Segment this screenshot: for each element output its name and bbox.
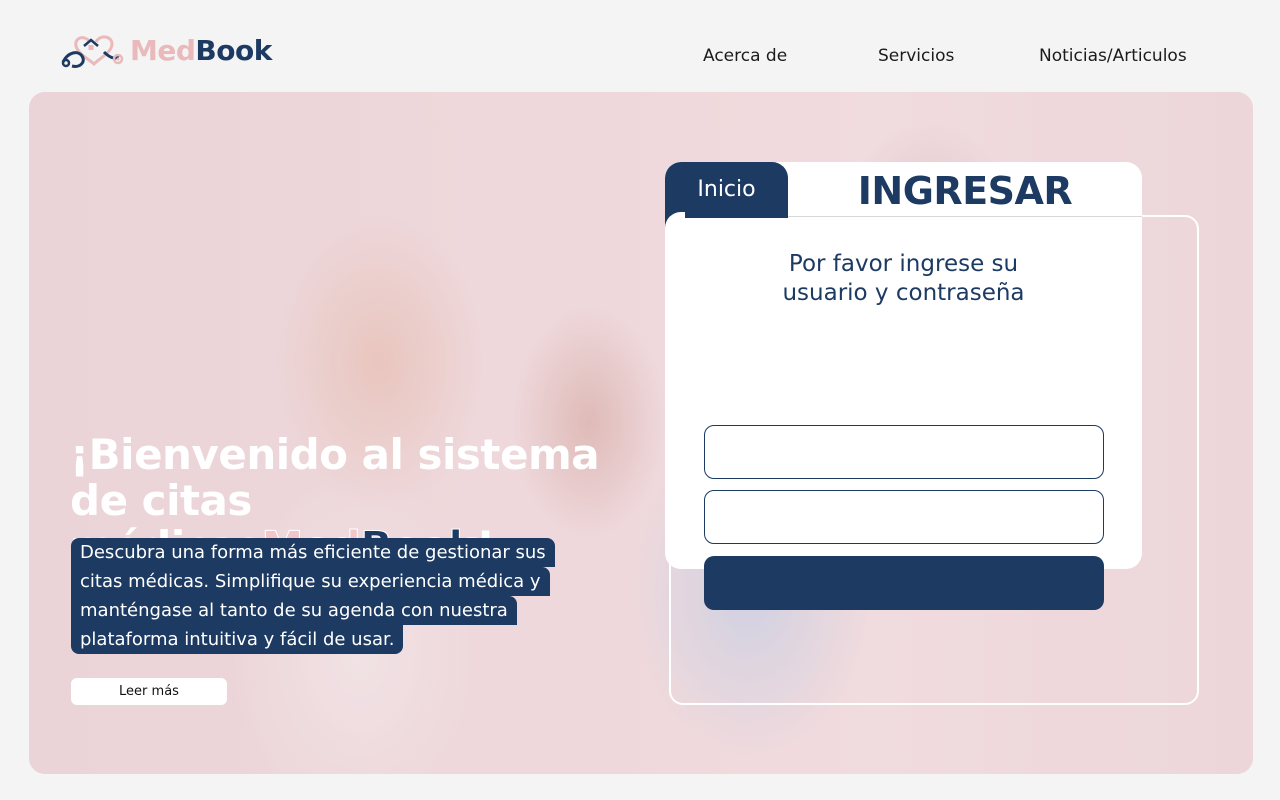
top-header: MedBook Acerca de Servicios Noticias/Art… <box>0 0 1280 92</box>
tab-corner <box>665 212 685 232</box>
hero-title-line1: ¡Bienvenido al sistema <box>70 430 600 479</box>
username-input[interactable] <box>704 425 1104 479</box>
main-nav: Acerca de Servicios Noticias/Articulos <box>0 46 1280 70</box>
hero-description: Descubra una forma más eficiente de gest… <box>71 538 601 654</box>
login-submit-button[interactable] <box>704 556 1104 610</box>
nav-link-news[interactable]: Noticias/Articulos <box>1039 46 1187 66</box>
hero-description-line: citas médicas. Simplifique su experienci… <box>71 567 550 596</box>
login-instructions-line1: Por favor ingrese su <box>788 251 1019 277</box>
hero-description-line: plataforma intuitiva y fácil de usar. <box>71 625 404 654</box>
nav-link-about[interactable]: Acerca de <box>703 46 787 66</box>
divider <box>788 216 1142 217</box>
tab-inicio[interactable]: Inicio <box>665 162 788 218</box>
hero-description-line: manténgase al tanto de su agenda con nue… <box>71 596 517 625</box>
hero-description-line: Descubra una forma más eficiente de gest… <box>71 538 555 567</box>
login-instructions: Por favor ingrese su usuario y contraseñ… <box>665 250 1142 308</box>
nav-link-services[interactable]: Servicios <box>878 46 954 66</box>
login-title: INGRESAR <box>857 169 1073 213</box>
read-more-button[interactable]: Leer más <box>71 678 227 705</box>
login-instructions-line2: usuario y contraseña <box>782 280 1025 306</box>
password-input[interactable] <box>704 490 1104 544</box>
